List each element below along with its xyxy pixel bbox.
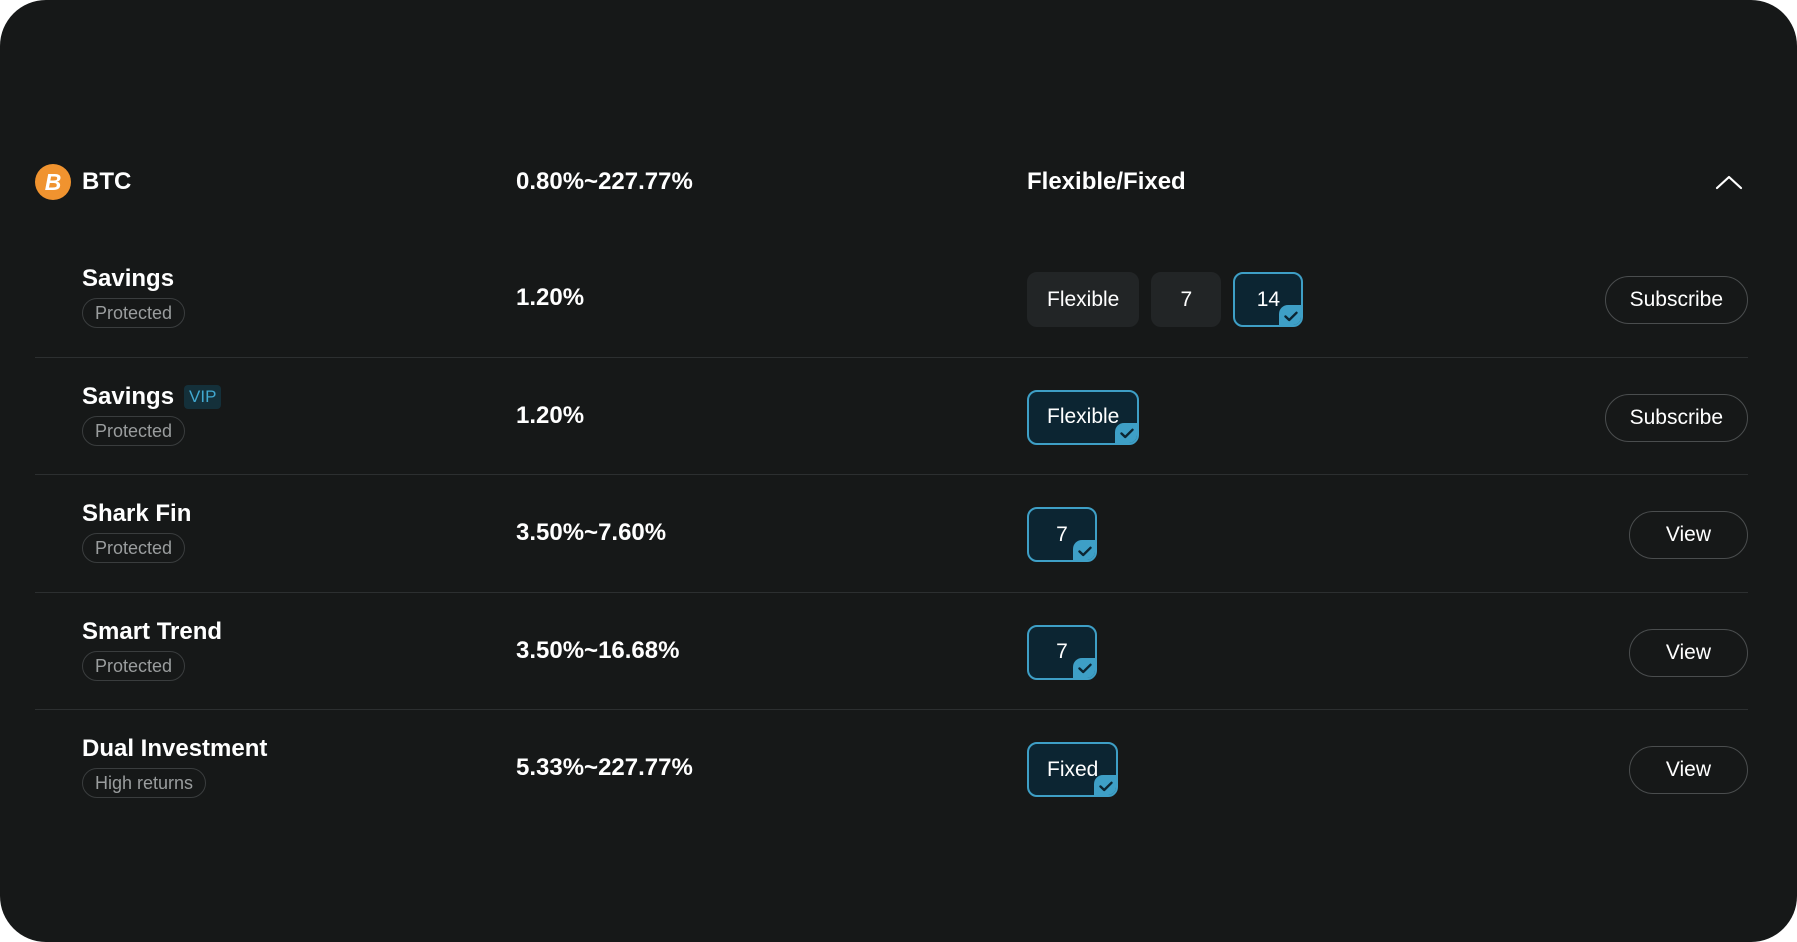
term-option[interactable]: Flexible: [1027, 272, 1140, 327]
collapse-button[interactable]: [1713, 166, 1745, 198]
product-apy: 3.50%~7.60%: [516, 519, 667, 546]
earn-product-card: B BTC 0.80%~227.77% Flexible/Fixed Savin…: [0, 0, 1797, 942]
coin-product-type: Flexible/Fixed: [1027, 168, 1186, 195]
term-option[interactable]: 7: [1027, 507, 1097, 562]
product-title: Savings VIP: [82, 382, 222, 411]
product-tag: Protected: [82, 415, 186, 446]
product-name: Savings: [82, 265, 175, 292]
view-button[interactable]: View: [1628, 746, 1748, 794]
term-label: 7: [1180, 287, 1193, 311]
subscribe-button[interactable]: Subscribe: [1604, 276, 1748, 324]
chevron-up-icon: [1715, 175, 1743, 190]
selected-check-badge: [1115, 422, 1138, 443]
product-title: Shark Fin: [82, 500, 191, 528]
selected-check-badge: [1094, 775, 1117, 795]
product-apy: 3.50%~16.68%: [516, 636, 680, 664]
view-button[interactable]: View: [1628, 511, 1748, 559]
product-row: Shark Fin Protected 3.50%~7.60% 7 View: [35, 475, 1748, 593]
product-title: Smart Trend: [82, 618, 222, 646]
term-options: 7: [1027, 507, 1097, 562]
checkmark-icon: [1078, 663, 1092, 674]
checkmark-icon: [1284, 311, 1299, 321]
term-options: 7: [1027, 624, 1097, 680]
product-tag: Protected: [82, 650, 186, 681]
product-row: Dual Investment High returns 5.33%~227.77%…: [35, 710, 1748, 828]
term-option[interactable]: Fixed: [1027, 742, 1119, 797]
term-option[interactable]: 7: [1151, 272, 1222, 327]
product-list: Savings Protected 1.20% Flexible 7 14 Subscrib…: [35, 240, 1748, 828]
product-name: Dual Investment: [82, 735, 268, 762]
product-tag: High returns: [82, 768, 207, 798]
coin-apy-range: 0.80%~227.77%: [516, 168, 693, 195]
term-label: 14: [1256, 287, 1281, 311]
product-name: Savings: [82, 382, 175, 410]
term-label: Flexible: [1047, 287, 1120, 311]
bitcoin-icon: B: [35, 164, 71, 200]
term-options: Flexible: [1027, 389, 1140, 445]
term-label: Fixed: [1047, 757, 1099, 781]
view-button[interactable]: View: [1628, 628, 1748, 677]
product-row: Savings VIP Protected 1.20% Flexible Subscrib…: [35, 358, 1748, 475]
term-options: Fixed: [1027, 742, 1119, 797]
product-apy: 5.33%~227.77%: [516, 754, 693, 781]
product-tag: Protected: [82, 533, 186, 563]
checkmark-icon: [1099, 781, 1114, 791]
selected-check-badge: [1279, 305, 1302, 325]
product-tag: Protected: [82, 298, 186, 328]
term-label: Flexible: [1047, 405, 1120, 428]
coin-header[interactable]: B BTC 0.80%~227.77% Flexible/Fixed: [35, 158, 1748, 206]
product-name: Smart Trend: [82, 617, 223, 645]
checkmark-icon: [1078, 546, 1092, 556]
product-row: Savings Protected 1.20% Flexible 7 14 Subscrib…: [35, 240, 1748, 358]
term-options: Flexible 7 14: [1027, 272, 1304, 327]
checkmark-icon: [1120, 428, 1135, 439]
product-title: Dual Investment: [82, 735, 267, 763]
term-label: 7: [1056, 522, 1068, 546]
product-row: Smart Trend Protected 3.50%~16.68% 7 View: [35, 593, 1748, 710]
selected-check-badge: [1073, 540, 1095, 560]
term-option[interactable]: 14: [1233, 272, 1304, 327]
term-option[interactable]: Flexible: [1027, 389, 1140, 445]
term-label: 7: [1056, 640, 1068, 663]
product-apy: 1.20%: [516, 401, 585, 429]
product-title: Savings: [82, 265, 174, 293]
term-option[interactable]: 7: [1027, 624, 1097, 680]
subscribe-button[interactable]: Subscribe: [1604, 393, 1748, 442]
product-apy: 1.20%: [516, 284, 585, 311]
coin-name: BTC: [82, 168, 132, 195]
product-name: Shark Fin: [82, 500, 192, 527]
vip-badge: VIP: [184, 384, 222, 409]
selected-check-badge: [1073, 657, 1095, 678]
